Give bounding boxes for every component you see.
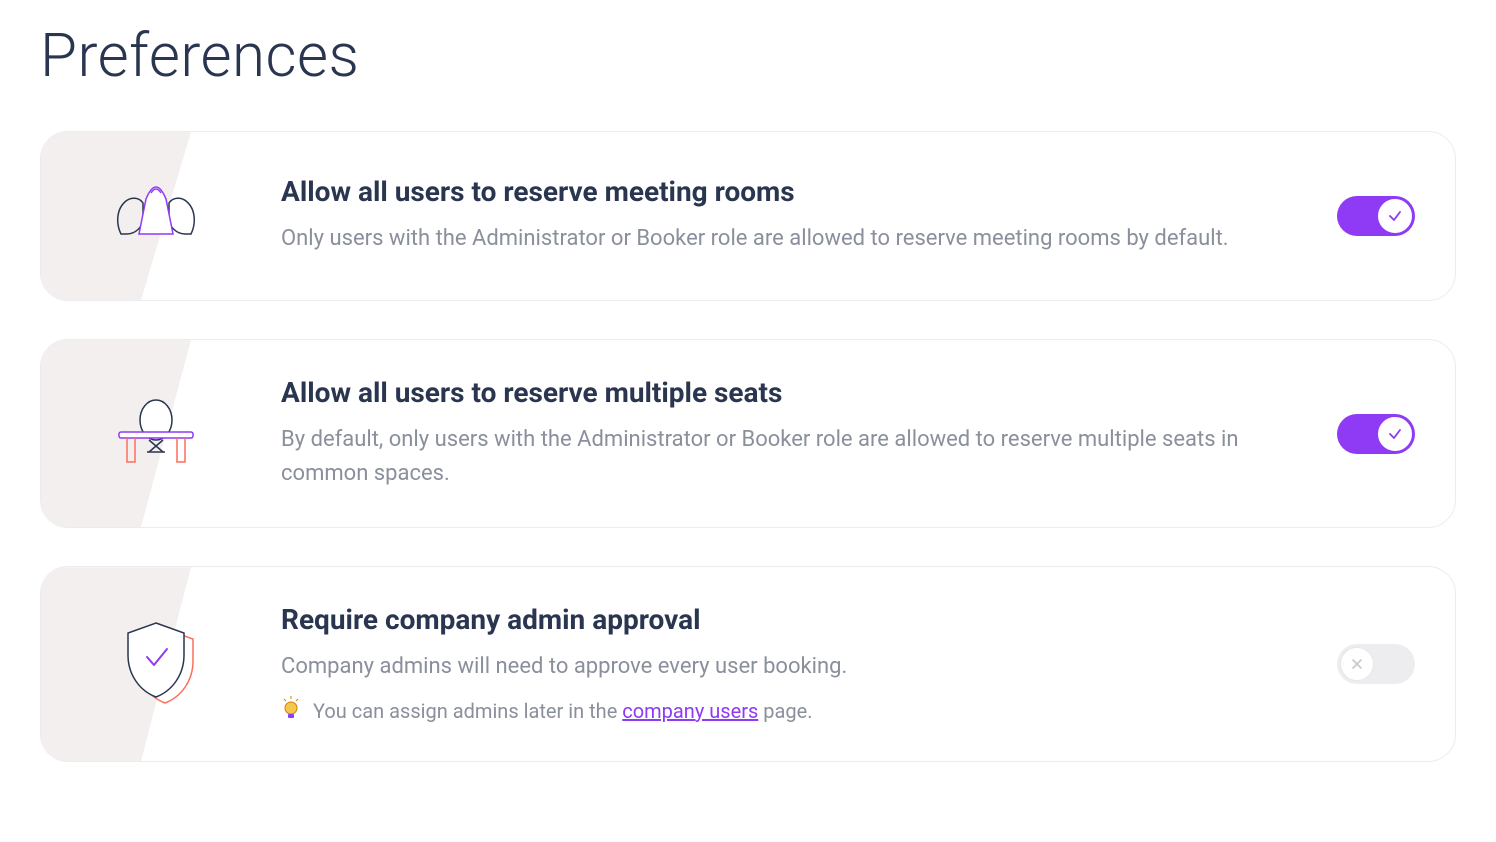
toggle-knob (1340, 647, 1374, 681)
check-icon (1387, 208, 1403, 224)
toggle-admin-approval[interactable] (1337, 644, 1415, 684)
meeting-room-icon (111, 179, 201, 253)
hint-suffix: page. (758, 699, 812, 723)
preference-title: Require company admin approval (281, 603, 1297, 636)
shield-icon (111, 617, 201, 711)
preference-content: Require company admin approval Company a… (281, 603, 1297, 725)
preference-description: Company admins will need to approve ever… (281, 650, 1297, 684)
preference-card-multiple-seats: Allow all users to reserve multiple seat… (40, 339, 1456, 528)
hint-prefix: You can assign admins later in the (313, 699, 622, 723)
preference-description: Only users with the Administrator or Boo… (281, 222, 1297, 256)
toggle-knob (1378, 417, 1412, 451)
preference-card-meeting-rooms: Allow all users to reserve meeting rooms… (40, 131, 1456, 301)
toggle-multiple-seats[interactable] (1337, 414, 1415, 454)
page-title: Preferences (40, 20, 1456, 91)
x-icon (1351, 658, 1363, 670)
preference-description: By default, only users with the Administ… (281, 423, 1297, 491)
check-icon (1387, 426, 1403, 442)
preference-title: Allow all users to reserve meeting rooms (281, 175, 1297, 208)
multiple-seats-icon (111, 392, 201, 476)
preference-hint: You can assign admins later in the compa… (281, 696, 1297, 725)
company-users-link[interactable]: company users (622, 699, 758, 723)
hint-text: You can assign admins later in the compa… (313, 699, 813, 723)
preference-card-admin-approval: Require company admin approval Company a… (40, 566, 1456, 762)
lightbulb-icon (281, 696, 301, 725)
toggle-meeting-rooms[interactable] (1337, 196, 1415, 236)
preference-content: Allow all users to reserve multiple seat… (281, 376, 1297, 491)
toggle-knob (1378, 199, 1412, 233)
preference-content: Allow all users to reserve meeting rooms… (281, 175, 1297, 256)
preference-title: Allow all users to reserve multiple seat… (281, 376, 1297, 409)
